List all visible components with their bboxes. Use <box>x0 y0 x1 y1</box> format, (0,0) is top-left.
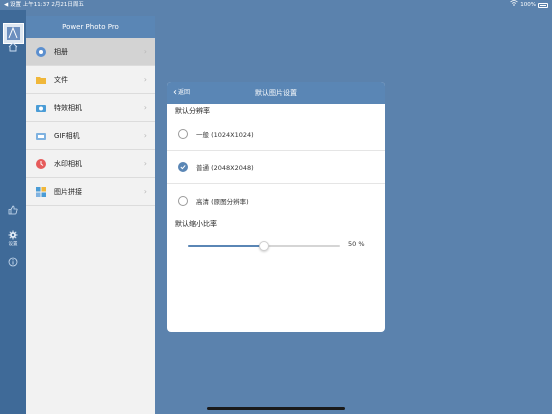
watermark-camera-icon <box>34 157 48 171</box>
scale-slider-thumb[interactable] <box>259 241 269 251</box>
sidebar-item-label: GIF相机 <box>54 131 80 140</box>
effect-camera-icon <box>34 101 48 115</box>
sidebar-item-watermark-camera[interactable]: 水印相机 › <box>26 150 155 178</box>
sidebar-item-label: 图片拼接 <box>54 187 82 196</box>
sidebar-item-album[interactable]: 相册 › <box>26 38 155 66</box>
scale-slider-value: 50 % <box>348 240 365 248</box>
resolution-option-normal[interactable]: 一般 (1024X1024) <box>167 118 385 151</box>
sidebar-item-label: 水印相机 <box>54 159 82 168</box>
home-icon[interactable] <box>6 40 20 54</box>
gif-camera-icon <box>34 129 48 143</box>
chevron-right-icon: › <box>143 103 147 112</box>
info-icon[interactable] <box>6 255 20 269</box>
option-label: 一般 (1024X1024) <box>196 131 254 139</box>
sidebar-item-gif-camera[interactable]: GIF相机 › <box>26 122 155 150</box>
scale-slider-track[interactable] <box>188 241 340 251</box>
option-label: 高清 (原图分辨率) <box>196 197 249 206</box>
back-label: 返回 <box>178 89 191 96</box>
resolution-options: 一般 (1024X1024) 普通 (2048X2048) 高清 (原图分辨率) <box>167 118 385 217</box>
home-indicator <box>207 407 345 410</box>
sidebar-item-label: 文件 <box>54 75 68 84</box>
status-right: 100% <box>510 0 548 10</box>
chevron-right-icon: › <box>143 75 147 84</box>
sidebar-item-collage[interactable]: 图片拼接 › <box>26 178 155 206</box>
option-label: 普通 (2048X2048) <box>196 164 254 172</box>
dialog-header: ‹ 返回 默认图片设置 <box>167 82 385 104</box>
chevron-left-icon: ‹ <box>173 87 177 98</box>
sidebar-item-label: 相册 <box>54 47 68 56</box>
settings-gear-icon[interactable] <box>6 228 20 242</box>
sidebar-item-label: 特效相机 <box>54 103 82 112</box>
sidebar-title: Power Photo Pro <box>26 16 155 38</box>
folder-icon <box>34 73 48 87</box>
dialog-title: 默认图片设置 <box>255 89 297 97</box>
left-rail: 设置 <box>0 10 26 414</box>
chevron-right-icon: › <box>143 131 147 140</box>
battery-percent: 100% <box>520 2 536 8</box>
collage-icon <box>34 185 48 199</box>
radio-button[interactable] <box>178 195 188 206</box>
back-button[interactable]: ‹ 返回 <box>173 82 190 104</box>
status-time: ◀ 设置 上午11:37 2月21日周五 <box>4 2 84 8</box>
chevron-right-icon: › <box>143 47 147 56</box>
default-image-settings-dialog: ‹ 返回 默认图片设置 默认分辨率 一般 (1024X1024) 普通 (204… <box>167 82 385 332</box>
chevron-right-icon: › <box>143 159 147 168</box>
resolution-option-hd[interactable]: 高清 (原图分辨率) <box>167 184 385 217</box>
like-icon[interactable] <box>6 203 20 217</box>
scale-slider-row: 50 % <box>167 231 385 261</box>
radio-button-checked[interactable] <box>178 162 188 172</box>
album-icon <box>34 45 48 59</box>
status-bar: ◀ 设置 上午11:37 2月21日周五 100% <box>0 0 552 10</box>
wifi-icon <box>510 0 519 10</box>
chevron-right-icon: › <box>143 187 147 196</box>
scale-section-title: 默认缩小比率 <box>175 220 217 228</box>
settings-label: 设置 <box>8 242 18 247</box>
resolution-option-standard[interactable]: 普通 (2048X2048) <box>167 151 385 184</box>
scale-slider-fill <box>188 245 264 247</box>
resolution-section-title: 默认分辨率 <box>175 107 210 115</box>
check-icon <box>180 165 186 170</box>
radio-button[interactable] <box>178 129 188 139</box>
sidebar-item-files[interactable]: 文件 › <box>26 66 155 94</box>
battery-icon <box>538 2 548 8</box>
sidebar: Power Photo Pro 相册 › 文件 › 特效相机 › GIF相机 ›… <box>26 16 155 414</box>
sidebar-item-effect-camera[interactable]: 特效相机 › <box>26 94 155 122</box>
